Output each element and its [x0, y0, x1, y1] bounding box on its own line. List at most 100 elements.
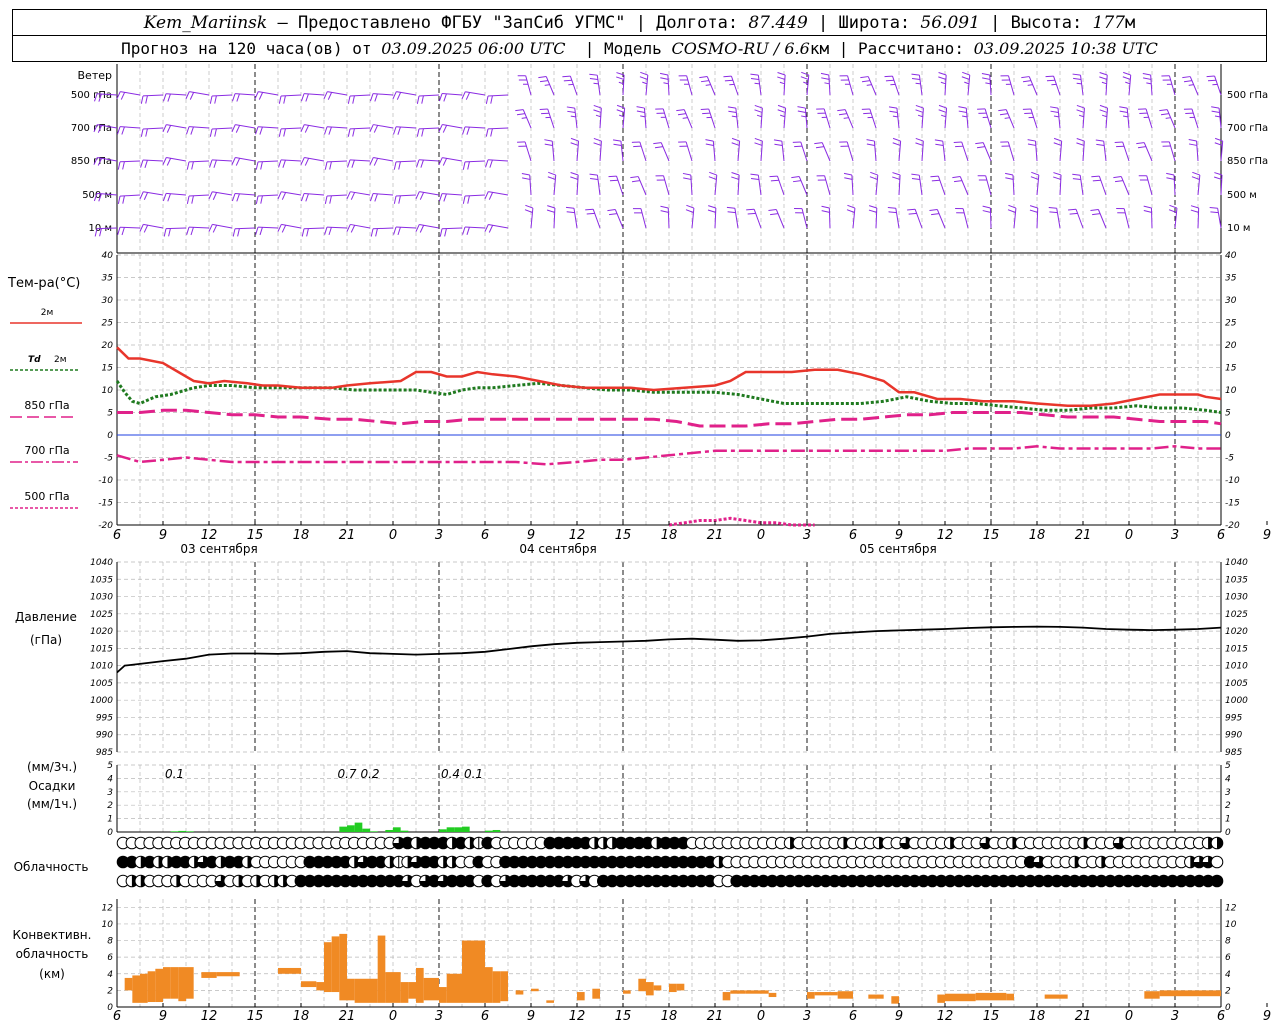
- barb-staff: [488, 94, 509, 97]
- barb-feather: [1096, 143, 1105, 146]
- barb-staff: [165, 227, 187, 230]
- y-tick-right: 25: [1225, 319, 1237, 329]
- y-tick-left: -15: [98, 499, 113, 509]
- wind-barb: [800, 71, 810, 96]
- barb-feather: [593, 109, 602, 113]
- precip-bar: [454, 827, 462, 832]
- barb-staff: [372, 227, 394, 230]
- barb-feather: [278, 95, 282, 104]
- wind-level-label-left: 500 м: [82, 190, 112, 201]
- conv-bar: [400, 982, 409, 1003]
- wind-level-labels: 500 гПа 500 гПа 700 гПа 700 гПа 850 гПа 850 г…: [71, 90, 1268, 234]
- barb-feather: [121, 126, 125, 135]
- wind-barb: [1122, 71, 1132, 96]
- wind-barb: [300, 193, 325, 202]
- barb-feather: [162, 193, 167, 202]
- wind-barb: [370, 227, 394, 237]
- wind-barb: [562, 75, 578, 96]
- barb-feather: [750, 73, 759, 76]
- barb-feather: [821, 210, 830, 213]
- wind-barb: [347, 159, 371, 168]
- barb-staff: [464, 194, 486, 197]
- barb-feather: [1095, 139, 1104, 142]
- wind-barb: [769, 175, 785, 196]
- barb-staff: [280, 127, 302, 130]
- barb-feather: [544, 143, 553, 146]
- barb-staff: [189, 126, 210, 129]
- barb-feather: [213, 159, 217, 168]
- barb-feather: [975, 142, 984, 145]
- barb-staff: [1214, 75, 1222, 96]
- barb-feather: [705, 139, 714, 142]
- barb-staff: [143, 159, 164, 162]
- barb-staff: [166, 93, 187, 96]
- barb-staff: [616, 175, 624, 196]
- y-tick-right: 1035: [1225, 575, 1248, 585]
- barb-feather: [538, 76, 547, 79]
- barb-feather: [443, 93, 447, 102]
- time-tick-label: 0: [389, 1009, 397, 1024]
- wind-barb: [415, 223, 440, 233]
- wind-barb: [589, 73, 601, 96]
- barb-staff: [574, 108, 578, 129]
- barb-feather: [1192, 171, 1201, 176]
- time-tick-label: 9: [527, 1009, 535, 1024]
- barb-feather: [779, 81, 785, 85]
- barb-feather: [522, 177, 531, 180]
- conv-bar: [147, 971, 156, 1003]
- barb-feather: [964, 81, 970, 85]
- wind-barb: [186, 194, 210, 204]
- barb-staff: [1080, 75, 1084, 96]
- barb-feather: [209, 95, 213, 104]
- barb-feather: [323, 91, 328, 100]
- y-tick-right: 12: [1225, 903, 1237, 913]
- barb-feather: [962, 115, 968, 118]
- time-tick-label: 3: [435, 528, 443, 543]
- barb-feather: [324, 161, 328, 170]
- barb-feather: [929, 209, 938, 212]
- wind-barb: [163, 227, 187, 237]
- wind-barb: [485, 159, 509, 168]
- wind-barb: [517, 75, 532, 96]
- conv-bar: [278, 967, 301, 974]
- barb-feather: [374, 193, 378, 202]
- y-tick-left: 1000: [90, 696, 113, 706]
- wind-barb: [1143, 205, 1153, 229]
- wind-barb: [1068, 208, 1084, 229]
- y-tick-right: 2: [1225, 801, 1231, 811]
- time-tick-label: 21: [1075, 1009, 1092, 1024]
- wind-barb: [231, 192, 256, 202]
- barb-staff: [234, 227, 256, 230]
- wind-barb: [140, 159, 164, 168]
- conv-bar: [423, 977, 439, 1001]
- barb-feather: [700, 80, 710, 83]
- barb-feather: [466, 227, 470, 235]
- wind-barb: [393, 160, 417, 170]
- barb-feather: [1072, 73, 1081, 76]
- precip-bar: [370, 831, 378, 832]
- legend-t500-label: 500 гПа: [24, 490, 69, 503]
- conv-bar: [140, 973, 148, 1003]
- barb-feather: [685, 209, 694, 213]
- barb-feather: [421, 128, 424, 137]
- wind-barb: [699, 76, 716, 96]
- wind-barb: [232, 227, 256, 237]
- barb-staff: [614, 209, 624, 229]
- y-tick-right: 990: [1225, 731, 1242, 741]
- barb-feather: [699, 76, 708, 79]
- y-tick-right: -15: [1225, 499, 1240, 509]
- wind-barb: [1022, 108, 1038, 129]
- barb-feather: [369, 157, 374, 166]
- y-tick-left: 20: [102, 341, 114, 351]
- barb-feather: [393, 161, 397, 170]
- barb-feather: [1068, 208, 1077, 211]
- y-tick-left: 5: [107, 409, 113, 419]
- wind-barb: [953, 141, 969, 162]
- barb-staff: [465, 126, 486, 129]
- barb-feather: [1119, 106, 1128, 109]
- wind-barb: [278, 94, 302, 104]
- barb-staff: [441, 227, 463, 230]
- conv-title-1: Конвективн.: [13, 928, 92, 942]
- barb-staff: [188, 226, 210, 229]
- barb-feather: [282, 159, 286, 168]
